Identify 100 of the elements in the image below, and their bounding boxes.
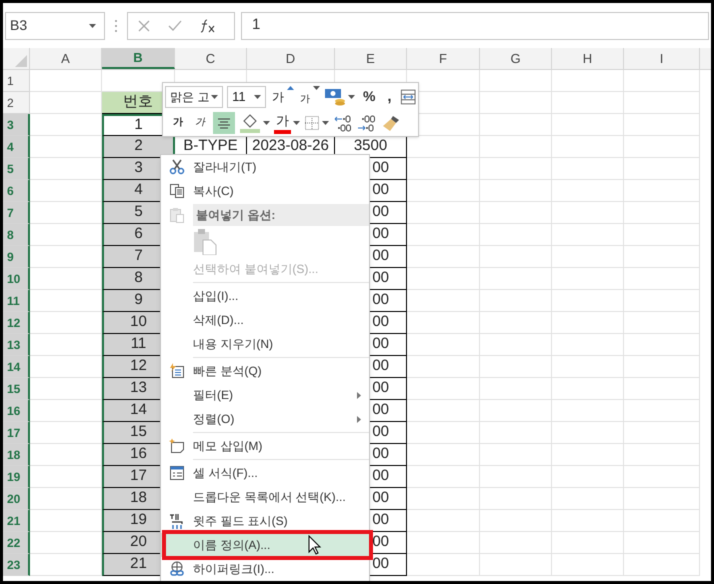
row-header[interactable]: 23	[3, 554, 30, 576]
increase-decimal-icon[interactable]	[357, 114, 377, 132]
grid-cell	[480, 554, 552, 576]
row-header[interactable]: 1	[3, 70, 30, 92]
column-header[interactable]: E	[335, 48, 407, 69]
dropdown-caret-icon[interactable]	[263, 120, 270, 124]
grid-cell	[480, 290, 552, 312]
row-header[interactable]: 8	[3, 224, 30, 246]
grid-cell	[552, 136, 624, 158]
grid-cell	[480, 136, 552, 158]
column-header[interactable]: G	[480, 48, 552, 69]
format-cells-icon	[169, 465, 185, 481]
grid-cell	[480, 224, 552, 246]
grid-cell	[552, 114, 624, 136]
comma-button[interactable]: ,	[383, 86, 396, 108]
row-header[interactable]: 18	[3, 444, 30, 466]
grid-cell	[552, 312, 624, 334]
column-header[interactable]: I	[624, 48, 700, 69]
checkmark-icon[interactable]	[168, 20, 182, 32]
menu-section-header: 붙여넣기 옵션:	[193, 204, 369, 226]
grid-cell	[30, 114, 102, 136]
grow-font-button[interactable]: 가	[270, 86, 286, 108]
grid-cell	[480, 444, 552, 466]
column-header[interactable]: B	[102, 48, 175, 69]
row-header[interactable]: 19	[3, 466, 30, 488]
dropdown-caret-icon[interactable]	[348, 94, 355, 98]
row-header[interactable]: 17	[3, 422, 30, 444]
font-name-field[interactable]: 맑은 고	[165, 86, 224, 108]
grid-cell	[480, 268, 552, 290]
formula-input[interactable]: 1	[241, 12, 709, 40]
row-header[interactable]: 9	[3, 246, 30, 268]
decrease-decimal-icon[interactable]	[333, 114, 353, 132]
grid-cell	[552, 488, 624, 510]
grid-cell	[552, 378, 624, 400]
grid-cell	[552, 422, 624, 444]
grid-cell	[480, 378, 552, 400]
dropdown-caret-icon[interactable]	[322, 120, 329, 124]
center-align-icon[interactable]	[213, 112, 235, 134]
grid-cell	[552, 444, 624, 466]
row-header[interactable]: 11	[3, 290, 30, 312]
grid-cell	[480, 466, 552, 488]
column-width-icon[interactable]	[400, 88, 416, 106]
row-header[interactable]: 16	[3, 400, 30, 422]
grid-cell	[480, 70, 552, 92]
font-color-button[interactable]: 가	[274, 112, 291, 134]
up-arrow-icon[interactable]	[286, 86, 294, 90]
name-box[interactable]: B3	[5, 12, 105, 40]
grid-cell	[552, 356, 624, 378]
grid-cell	[480, 400, 552, 422]
row-header[interactable]: 13	[3, 334, 30, 356]
row-header[interactable]: 20	[3, 488, 30, 510]
phonetic-icon	[169, 513, 185, 529]
row-header[interactable]: 2	[3, 92, 30, 114]
grid-cell	[480, 488, 552, 510]
column-header[interactable]: F	[407, 48, 480, 69]
accounting-format-icon[interactable]	[324, 88, 346, 106]
globe-link-icon	[169, 561, 185, 577]
column-header[interactable]: H	[552, 48, 624, 69]
column-header[interactable]: D	[247, 48, 335, 69]
grid-cell	[480, 158, 552, 180]
grid-cell	[552, 92, 624, 114]
row-header[interactable]: 6	[3, 180, 30, 202]
dropdown-caret-icon[interactable]	[211, 94, 218, 98]
grid-cell	[552, 246, 624, 268]
grid-cell	[480, 202, 552, 224]
function-icon[interactable]	[200, 18, 216, 32]
grid-cell	[552, 224, 624, 246]
grid-cell	[552, 180, 624, 202]
dropdown-caret-icon[interactable]	[89, 24, 96, 28]
italic-button[interactable]: 가	[191, 112, 209, 134]
shrink-font-button[interactable]: 가	[298, 86, 312, 108]
grid-cell	[552, 510, 624, 532]
copy-icon	[169, 183, 185, 199]
row-header[interactable]: 4	[3, 136, 30, 158]
row-header[interactable]: 3	[3, 114, 30, 136]
grid-cell	[552, 532, 624, 554]
grid-cell	[480, 180, 552, 202]
row-header[interactable]: 12	[3, 312, 30, 334]
row-header[interactable]: 14	[3, 356, 30, 378]
row-header[interactable]: 10	[3, 268, 30, 290]
row-header[interactable]: 22	[3, 532, 30, 554]
grid-cell	[552, 268, 624, 290]
paintbrush-icon[interactable]	[381, 114, 401, 132]
fill-color-icon[interactable]	[239, 112, 261, 132]
grid-cell	[480, 312, 552, 334]
dropdown-caret-icon[interactable]	[254, 94, 261, 98]
grid-cell	[480, 510, 552, 532]
column-header[interactable]: C	[175, 48, 247, 69]
row-header[interactable]: 7	[3, 202, 30, 224]
grid-cell	[552, 290, 624, 312]
dropdown-caret-icon[interactable]	[293, 120, 300, 124]
grid-cell	[552, 334, 624, 356]
row-header[interactable]: 15	[3, 378, 30, 400]
row-header[interactable]: 5	[3, 158, 30, 180]
row-header[interactable]: 21	[3, 510, 30, 532]
font-size-field[interactable]: 11	[227, 86, 266, 108]
borders-icon[interactable]	[304, 114, 320, 130]
dropdown-caret-icon[interactable]	[312, 86, 320, 90]
percent-button[interactable]: %	[358, 86, 380, 108]
grid-cell	[480, 114, 552, 136]
